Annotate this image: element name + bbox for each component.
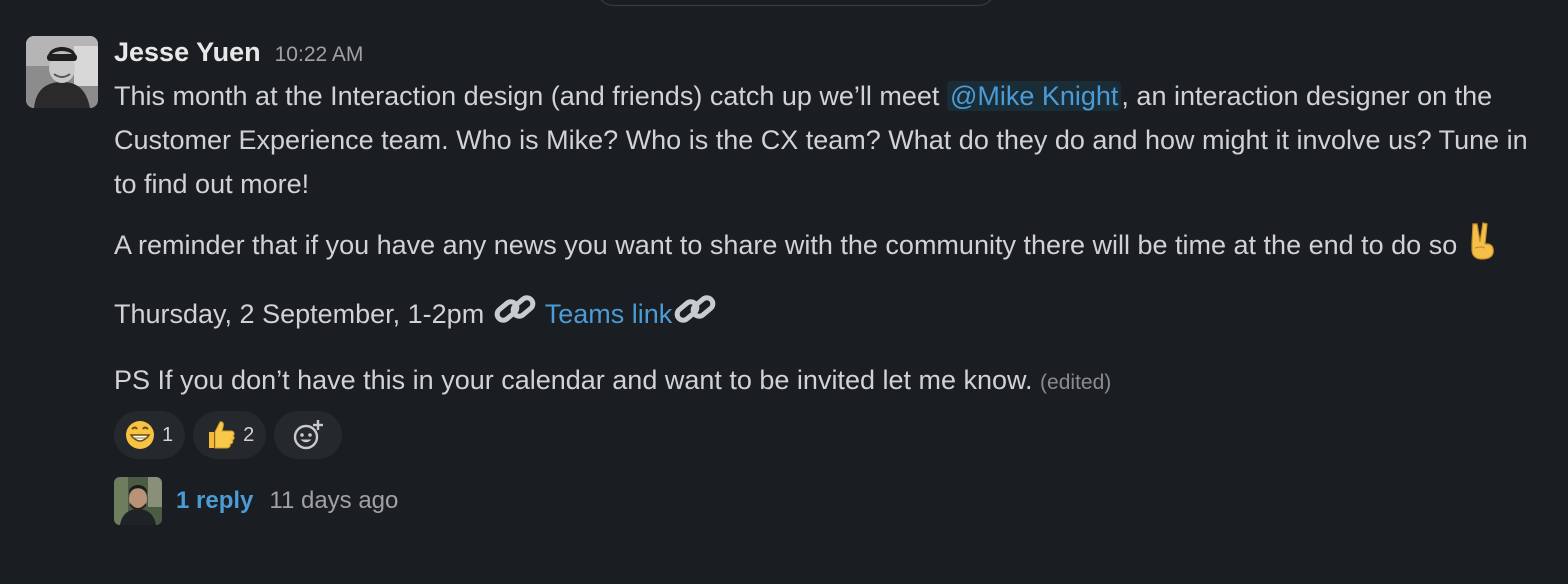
edited-label: (edited) [1040, 371, 1112, 394]
reaction-thumbs-up[interactable]: 2 [193, 411, 267, 459]
add-reaction-button[interactable] [274, 411, 343, 459]
link-icon [492, 289, 538, 342]
author-avatar[interactable] [26, 36, 98, 108]
reaction-grinning-face[interactable]: 1 [114, 411, 186, 459]
user-mention[interactable]: @Mike Knight [946, 81, 1122, 111]
paragraph-text: This month at the Interaction design (an… [114, 81, 947, 111]
teams-link[interactable]: Teams link [545, 299, 673, 329]
link-icon [672, 289, 718, 342]
message-paragraph: This month at the Interaction design (an… [114, 74, 1554, 206]
message-paragraph: Thursday, 2 September, 1-2pm Teams link [114, 289, 1554, 342]
thread-summary[interactable]: 1 reply 11 days ago [114, 477, 1554, 525]
reply-count-link[interactable]: 1 reply [176, 487, 253, 515]
event-date-text: Thursday, 2 September, 1-2pm [114, 299, 492, 329]
thumbs-up-icon [209, 421, 235, 449]
add-reaction-icon [294, 420, 324, 450]
victory-hand-icon[interactable] [1465, 222, 1499, 273]
reaction-count: 1 [162, 423, 174, 446]
message-paragraph: PS If you don’t have this in your calend… [114, 358, 1554, 405]
reactions-bar: 1 2 [114, 411, 1554, 459]
date-divider-pill[interactable] [596, 0, 996, 6]
last-reply-time: 11 days ago [269, 487, 399, 514]
message-timestamp[interactable]: 10:22 AM [275, 37, 364, 73]
reply-avatar [114, 477, 162, 525]
message-body: This month at the Interaction design (an… [114, 74, 1554, 405]
reaction-count: 2 [243, 423, 255, 446]
message-paragraph: A reminder that if you have any news you… [114, 222, 1554, 273]
grinning-face-icon [126, 421, 154, 449]
author-name[interactable]: Jesse Yuen [114, 34, 261, 70]
paragraph-text: A reminder that if you have any news you… [114, 230, 1465, 260]
paragraph-text: PS If you don’t have this in your calend… [114, 365, 1041, 395]
